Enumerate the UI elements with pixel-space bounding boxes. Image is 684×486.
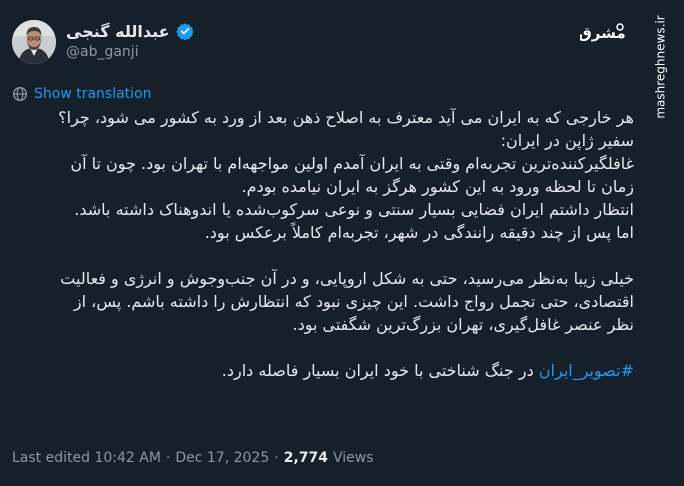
logo-text: مشرق xyxy=(580,24,626,42)
author-display-name[interactable]: عبدالله گنجی xyxy=(66,22,170,41)
tweet-line: اما پس از چند دقیقه رانندگی در شهر، تجرب… xyxy=(204,223,634,242)
views-count: 2,774 xyxy=(283,450,328,466)
tweet-line: زمان تا لحظه ورود به این کشور هرگز به ای… xyxy=(241,177,634,196)
author-name-row[interactable]: عبدالله گنجی xyxy=(66,20,194,42)
tweet-line: خیلی زیبا به‌نظر می‌رسید، حتی به شکل ارو… xyxy=(60,269,634,288)
tweet-line: غافلگیرکننده‌ترین تجربه‌ام وقتی به ایران… xyxy=(70,154,634,173)
show-translation-link[interactable]: Show translation xyxy=(12,84,152,104)
watermark-text: mashreghnews.ir xyxy=(654,15,668,119)
tweet-meta: Last edited 10:42 AM · Dec 17, 2025 · 2,… xyxy=(12,448,374,468)
show-translation-label[interactable]: Show translation xyxy=(34,86,152,102)
tweet-line-rest: در جنگ شناختی با خود ایران بسیار فاصله د… xyxy=(221,361,539,380)
tweet-line: انتظار داشتم ایران فضایی بسیار سنتی و نو… xyxy=(74,200,634,219)
tweet-line: هر خارجی که به ایران می آید معترف به اصل… xyxy=(58,108,634,127)
logo-mark: مشرق xyxy=(580,23,626,42)
edited-time-link[interactable]: Last edited 10:42 AM xyxy=(12,450,161,466)
mashregh-logo: مشرق xyxy=(580,18,626,48)
globe-translate-icon xyxy=(12,86,28,102)
hashtag-link[interactable]: #تصویر_ایران xyxy=(539,361,634,380)
site-watermark: mashreghnews.ir xyxy=(648,10,674,124)
author-handle[interactable]: @ab_ganji xyxy=(66,44,139,60)
meta-separator: · xyxy=(274,450,279,466)
views-label: Views xyxy=(333,450,374,466)
tweet-date-link[interactable]: Dec 17, 2025 xyxy=(175,450,269,466)
tweet-text: هر خارجی که به ایران می آید معترف به اصل… xyxy=(14,106,634,382)
tweet-line: نظر عنصر غافل‌گیری، تهران بزرگ‌ترین شگفت… xyxy=(292,315,635,334)
meta-separator: · xyxy=(165,450,171,466)
tweet-line-hashtag: #تصویر_ایران در جنگ شناختی با خود ایران … xyxy=(14,359,634,382)
tweet-line: سفیر ژاپن در ایران: xyxy=(500,131,634,150)
tweet-line: اقتصادی، حتی تجمل رواج داشت. این چیزی نب… xyxy=(73,292,634,311)
verified-badge-icon xyxy=(175,23,194,40)
avatar-photo xyxy=(12,20,56,64)
avatar[interactable] xyxy=(12,20,56,64)
